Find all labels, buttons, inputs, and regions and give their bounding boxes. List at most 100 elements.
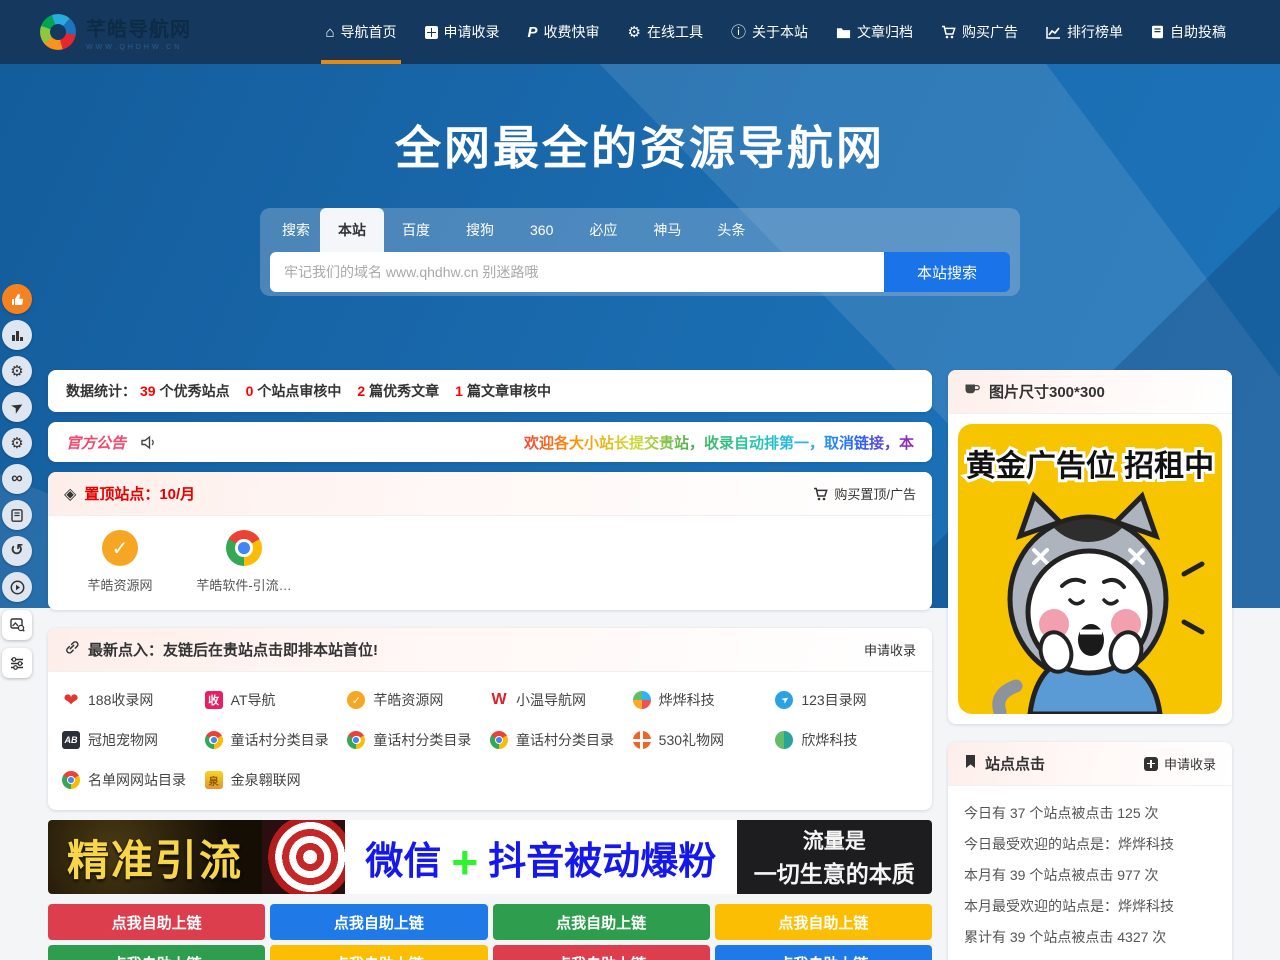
thumbs-up-button[interactable] [2, 284, 32, 314]
plus-square-icon [1144, 757, 1158, 771]
site-link[interactable]: W 小温导航网 [490, 680, 633, 720]
tab-bing[interactable]: 必应 [571, 208, 635, 252]
tab-baidu[interactable]: 百度 [384, 208, 448, 252]
undo-icon: ↺ [10, 543, 23, 559]
self-link-button[interactable]: 点我自助上链 [270, 904, 487, 940]
journal-button[interactable] [2, 500, 32, 530]
ad-meme-image[interactable]: 黄金广告位 招租中 [958, 424, 1222, 714]
badge-check-icon: ✓ [347, 691, 365, 709]
clicks-stat-line: 今日最受欢迎的站点是：烨烨科技 [964, 829, 1216, 860]
send-button[interactable]: ➤ [2, 392, 32, 422]
nav-item-archive[interactable]: 文章归档 [822, 0, 927, 64]
site-link[interactable]: ❤ 188收录网 [62, 680, 205, 720]
announcement-marquee-text[interactable]: 欢迎各大小站长提交贵站，收录自动排第一，取消链接，本 [524, 432, 914, 453]
gold-badge-icon: 泉 [205, 771, 223, 789]
pinned-site-tile[interactable]: ✓ 芊皓资源网 [58, 530, 182, 594]
dartboard-banner-image[interactable] [262, 820, 345, 894]
bar-chart-button[interactable] [2, 320, 32, 350]
self-link-button[interactable]: 点我自助上链 [270, 945, 487, 960]
book-icon [1151, 25, 1164, 39]
tab-shenma[interactable]: 神马 [635, 208, 699, 252]
home-icon: ⌂ [325, 25, 334, 40]
site-link-label: 金泉翱联网 [231, 770, 301, 790]
badge-check-icon: ✓ [102, 530, 138, 566]
site-link-label: AT导航 [231, 690, 276, 710]
site-link[interactable]: 名单网网站目录 [62, 760, 205, 800]
tab-sogou[interactable]: 搜狗 [448, 208, 512, 252]
nav-item-about[interactable]: ⓘ 关于本站 [717, 0, 822, 64]
tab-this-site[interactable]: 本站 [320, 208, 384, 252]
search-input[interactable] [270, 252, 884, 292]
site-link[interactable]: 童话村分类目录 [347, 720, 490, 760]
site-link[interactable]: 泉 金泉翱联网 [205, 760, 348, 800]
site-link-label: 冠旭宠物网 [88, 730, 158, 750]
nav-label: 排行榜单 [1067, 22, 1123, 42]
self-link-button[interactable]: 点我自助上链 [48, 945, 265, 960]
self-link-button[interactable]: 点我自助上链 [48, 904, 265, 940]
latest-links-card: 最新点入：友链后在贵站点击即排本站首位! 申请收录 ❤ 188收录网 收 AT导… [48, 628, 932, 810]
apply-listing-link[interactable]: 申请收录 [864, 640, 916, 659]
main-nav: ⌂ 导航首页 申请收录 P 收费快审 ⚙ 在线工具 ⓘ 关于本站 文章归档 [311, 0, 1240, 64]
site-link[interactable]: 童话村分类目录 [490, 720, 633, 760]
colorful-dots-icon [633, 691, 651, 709]
cup-icon [964, 382, 981, 401]
pinned-site-tile[interactable]: 芊皓软件-引流… [182, 530, 306, 594]
site-link-label: 188收录网 [88, 690, 153, 710]
site-link-label: 烨烨科技 [659, 690, 715, 710]
site-link[interactable]: ➤ 123目录网 [775, 680, 918, 720]
site-link[interactable]: 烨烨科技 [633, 680, 776, 720]
nav-item-paid-review[interactable]: P 收费快审 [514, 0, 614, 64]
image-search-button[interactable] [2, 610, 32, 640]
site-link[interactable]: ✓ 芊皓资源网 [347, 680, 490, 720]
nav-item-submit-post[interactable]: 自助投稿 [1137, 0, 1240, 64]
buy-pinned-ad-link[interactable]: 购买置顶/广告 [813, 484, 916, 503]
site-link-label: 名单网网站目录 [88, 770, 186, 790]
sliders-icon [10, 657, 24, 670]
self-link-button[interactable]: 点我自助上链 [493, 904, 710, 940]
gears-icon: ⚙ [628, 25, 641, 40]
site-link[interactable]: 童话村分类目录 [205, 720, 348, 760]
nav-item-buy-ads[interactable]: 购买广告 [927, 0, 1032, 64]
paper-plane-icon: ➤ [7, 396, 27, 418]
site-link[interactable]: 530礼物网 [633, 720, 776, 760]
nav-item-home[interactable]: ⌂ 导航首页 [311, 0, 410, 64]
flame-w-icon: W [490, 691, 508, 709]
search-button[interactable]: 本站搜索 [884, 252, 1010, 292]
banner-ad-business[interactable]: 流量是 一切生意的本质 [737, 820, 932, 894]
banner-text: 流量是 [803, 825, 866, 855]
site-clicks-card: 站点点击 申请收录 今日有 37 个站点被点击 125 次 今日最受欢迎的站点是… [948, 742, 1232, 960]
site-link[interactable]: AB 冠旭宠物网 [62, 720, 205, 760]
nav-label: 收费快审 [544, 22, 600, 42]
self-link-button[interactable]: 点我自助上链 [493, 945, 710, 960]
tab-toutiao[interactable]: 头条 [699, 208, 763, 252]
banner-ad-traffic[interactable]: 精准引流 [48, 820, 262, 894]
nav-item-apply[interactable]: 申请收录 [411, 0, 514, 64]
nav-item-ranking[interactable]: 排行榜单 [1032, 0, 1137, 64]
plus-square-icon [425, 26, 438, 39]
site-link[interactable]: 欣烨科技 [775, 720, 918, 760]
search-label: 搜索 [282, 208, 320, 252]
banner-ad-strip: 精准引流 微信 + 抖音被动爆粉 流量是 一切生意的本质 [48, 820, 932, 894]
nav-item-tools[interactable]: ⚙ 在线工具 [614, 0, 717, 64]
chrome-icon [347, 731, 365, 749]
infinity-icon: ∞ [11, 471, 22, 487]
clicks-stat-line: 累计有 39 个站点被点击 4327 次 [964, 922, 1216, 953]
infinity-button[interactable]: ∞ [2, 464, 32, 494]
site-clicks-title: 站点点击 [985, 753, 1045, 774]
apply-listing-link[interactable]: 申请收录 [1144, 754, 1216, 773]
play-circle-icon [10, 580, 25, 595]
site-logo[interactable]: 芊皓导航网 WWW.QHDHW.CN [40, 13, 191, 51]
site-link[interactable]: 收 AT导航 [205, 680, 348, 720]
buy-pinned-ad-label: 购买置顶/广告 [834, 484, 916, 503]
tools-gear-button[interactable]: ⚙ [2, 428, 32, 458]
tab-360[interactable]: 360 [512, 208, 571, 252]
undo-button[interactable]: ↺ [2, 536, 32, 566]
self-link-button[interactable]: 点我自助上链 [715, 945, 932, 960]
settings-gear-button[interactable]: ⚙ [2, 356, 32, 386]
self-link-button[interactable]: 点我自助上链 [715, 904, 932, 940]
sliders-button[interactable] [2, 648, 32, 678]
play-button[interactable] [2, 572, 32, 602]
clicks-stats-list: 今日有 37 个站点被点击 125 次 今日最受欢迎的站点是：烨烨科技 本月有 … [948, 786, 1232, 953]
banner-ad-wechat-douyin[interactable]: 微信 + 抖音被动爆粉 [345, 820, 737, 894]
stat-number: 2 [357, 383, 365, 399]
